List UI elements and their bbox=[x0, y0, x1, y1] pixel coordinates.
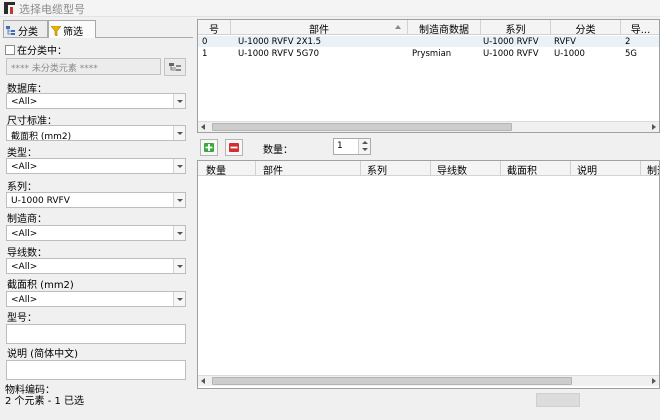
series-select[interactable]: U-1000 RVFV bbox=[6, 192, 186, 208]
column-header-part[interactable]: 部件 bbox=[256, 161, 361, 176]
series-value: U-1000 RVFV bbox=[11, 196, 70, 206]
column-header-series[interactable]: 系列 bbox=[481, 20, 551, 35]
add-icon bbox=[204, 143, 214, 152]
cell-series: U-1000 RVFV bbox=[483, 37, 539, 47]
model-input[interactable] bbox=[6, 324, 186, 344]
chevron-down-icon bbox=[173, 94, 185, 108]
column-header-conductors[interactable]: 导线数 bbox=[431, 161, 501, 176]
title-bar: 选择电缆型号 bbox=[0, 0, 660, 17]
filter-label-conductors: 导线数： bbox=[7, 248, 47, 259]
column-header-part-label: 部件 bbox=[309, 25, 329, 35]
scroll-right-icon[interactable] bbox=[648, 122, 659, 132]
filter-label-series: 系列： bbox=[7, 182, 37, 193]
column-header-manufacturer[interactable]: 制造商数据 bbox=[408, 20, 481, 35]
cell-manufacturer: Prysmian bbox=[412, 49, 452, 59]
tab-category[interactable]: 分类 bbox=[3, 20, 48, 38]
in-category-label: 在分类中： bbox=[17, 46, 67, 57]
cross-section-value: <All> bbox=[11, 295, 38, 305]
table-header: 数量 部件 系列 导线数 截面积 说明 制造 bbox=[198, 161, 659, 176]
conductors-value: <All> bbox=[11, 262, 38, 272]
scroll-left-icon[interactable] bbox=[198, 376, 209, 386]
column-header-manufacturer[interactable]: 制造 bbox=[641, 161, 659, 176]
quantity-value: 1 bbox=[337, 141, 343, 151]
filter-label-type: 类型： bbox=[7, 148, 37, 159]
chevron-down-icon bbox=[173, 292, 185, 306]
database-value: <All> bbox=[11, 97, 38, 107]
column-header-no[interactable]: 号 bbox=[198, 20, 231, 35]
dialog-button[interactable] bbox=[536, 393, 580, 407]
scrollbar-thumb[interactable] bbox=[212, 123, 512, 131]
type-select[interactable]: <All> bbox=[6, 158, 186, 174]
remove-button[interactable] bbox=[225, 139, 243, 156]
horizontal-scrollbar[interactable] bbox=[198, 121, 659, 132]
tab-filter-label: 筛选 bbox=[63, 27, 83, 38]
cell-series: U-1000 RVFV bbox=[483, 49, 539, 59]
browse-category-button[interactable] bbox=[164, 58, 186, 76]
tree-browse-icon bbox=[169, 63, 181, 71]
manufacturer-value: <All> bbox=[11, 229, 38, 239]
unclassified-field: **** 未分类元素 **** bbox=[6, 58, 161, 75]
filter-panel: 分类 筛选 在分类中： **** 未分类元素 **** 数据库： <All> 尺… bbox=[0, 18, 196, 418]
column-header-conductors[interactable]: 导... bbox=[621, 20, 659, 35]
table-header: 号 部件 制造商数据 系列 分类 导... bbox=[198, 20, 659, 35]
cell-category: RVFV bbox=[554, 37, 576, 47]
filter-label-manufacturer: 制造商： bbox=[7, 214, 47, 225]
add-button[interactable] bbox=[200, 139, 218, 156]
quantity-label: 数量： bbox=[263, 145, 293, 156]
window-title: 选择电缆型号 bbox=[19, 3, 85, 16]
column-header-part[interactable]: 部件 bbox=[231, 20, 408, 35]
horizontal-scrollbar[interactable] bbox=[198, 375, 659, 386]
tab-divider bbox=[3, 37, 193, 38]
description-input[interactable] bbox=[6, 360, 186, 380]
model-label: 型号： bbox=[7, 313, 37, 324]
column-header-category[interactable]: 分类 bbox=[551, 20, 621, 35]
app-icon bbox=[4, 2, 15, 14]
cross-section-select[interactable]: <All> bbox=[6, 291, 186, 307]
column-header-cross-section[interactable]: 截面积 bbox=[501, 161, 571, 176]
column-header-description[interactable]: 说明 bbox=[571, 161, 641, 176]
cell-no: 0 bbox=[202, 37, 208, 47]
scroll-left-icon[interactable] bbox=[198, 122, 209, 132]
hierarchy-icon bbox=[6, 26, 15, 35]
remove-icon bbox=[229, 143, 239, 152]
status-text: 2 个元素 - 1 已选 bbox=[5, 396, 85, 407]
chevron-down-icon bbox=[173, 259, 185, 273]
database-select[interactable]: <All> bbox=[6, 93, 186, 109]
chevron-down-icon bbox=[173, 159, 185, 173]
size-standard-select[interactable]: 截面积 (mm2) bbox=[6, 125, 186, 142]
cell-conductors: 2 bbox=[625, 37, 631, 47]
chevron-down-icon bbox=[173, 226, 185, 240]
cell-no: 1 bbox=[202, 49, 208, 59]
cell-part: U-1000 RVFV 2X1.5 bbox=[238, 37, 322, 47]
size-standard-value: 截面积 (mm2) bbox=[11, 132, 72, 142]
filter-label-cross-section: 截面积 (mm2) bbox=[7, 280, 74, 291]
column-header-quantity[interactable]: 数量 bbox=[198, 161, 256, 176]
cable-results-table: 号 部件 制造商数据 系列 分类 导... 0 U-1000 RVFV 2X1.… bbox=[197, 19, 660, 133]
selected-cables-table: 数量 部件 系列 导线数 截面积 说明 制造 bbox=[197, 160, 660, 389]
chevron-down-icon bbox=[173, 193, 185, 207]
scroll-right-icon[interactable] bbox=[648, 376, 659, 386]
description-label: 说明 (简体中文) bbox=[7, 349, 78, 360]
conductors-select[interactable]: <All> bbox=[6, 258, 186, 274]
column-header-series[interactable]: 系列 bbox=[361, 161, 431, 176]
tab-filter[interactable]: 筛选 bbox=[48, 20, 96, 38]
spin-up-down-icon[interactable] bbox=[358, 139, 370, 154]
type-value: <All> bbox=[11, 162, 38, 172]
cell-part: U-1000 RVFV 5G70 bbox=[238, 49, 320, 59]
funnel-icon bbox=[51, 26, 61, 36]
in-category-checkbox[interactable] bbox=[5, 45, 15, 55]
in-category-checkbox-row[interactable]: 在分类中： bbox=[5, 42, 67, 57]
sort-ascending-icon bbox=[395, 25, 401, 29]
cell-category: U-1000 bbox=[554, 49, 585, 59]
chevron-down-icon bbox=[173, 126, 185, 140]
scrollbar-thumb[interactable] bbox=[212, 377, 572, 385]
quantity-stepper[interactable]: 1 bbox=[333, 138, 371, 155]
cell-conductors: 5G bbox=[625, 49, 637, 59]
manufacturer-select[interactable]: <All> bbox=[6, 225, 186, 241]
